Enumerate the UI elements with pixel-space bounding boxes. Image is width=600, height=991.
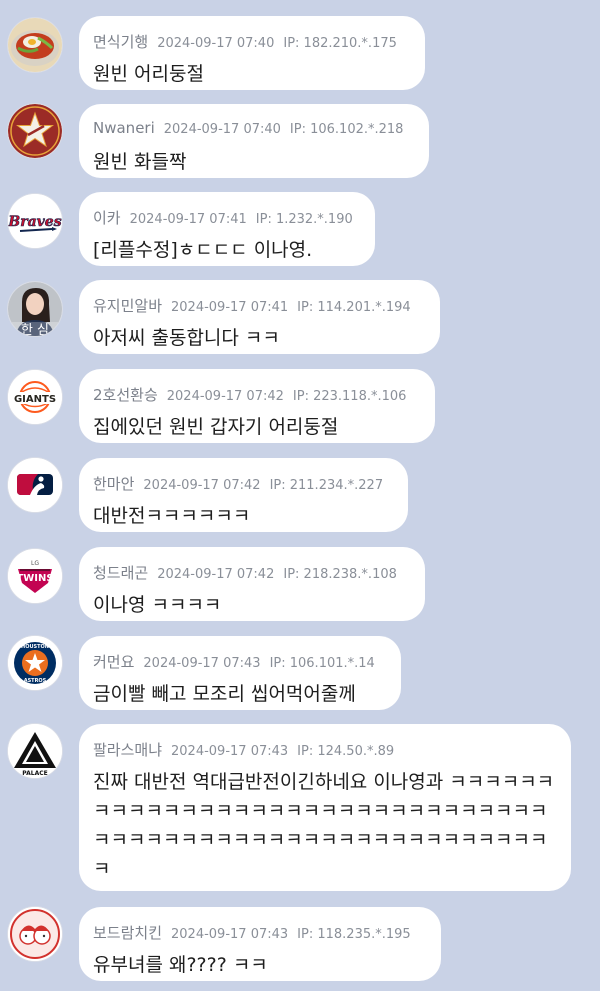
- comment-bubble: 청드래곤 2024-09-17 07:42 IP: 218.238.*.108 이나…: [79, 547, 425, 621]
- comment-meta: 이카 2024-09-17 07:41 IP: 1.232.*.190: [93, 207, 353, 228]
- palace-label: PALACE: [22, 770, 47, 777]
- comment-author[interactable]: 면식기행: [93, 33, 148, 51]
- comment-date: 2024-09-17 07:42: [166, 389, 284, 404]
- giants-logo-icon[interactable]: GIANTS: [8, 370, 62, 424]
- comment-ip: IP: 182.210.*.175: [283, 36, 397, 51]
- comment-bubble: 면식기행 2024-09-17 07:40 IP: 182.210.*.175 원빈…: [79, 16, 425, 90]
- comment-date: 2024-09-17 07:42: [157, 567, 275, 582]
- person-caption: 한 심: [21, 323, 49, 336]
- houston-label: HOUSTON: [21, 644, 49, 650]
- comment-ip: IP: 223.118.*.106: [292, 389, 407, 404]
- comment-text: 이나영 ㅋㅋㅋㅋ: [93, 594, 222, 616]
- comment-meta: 한마안 2024-09-17 07:42 IP: 211.234.*.227: [93, 473, 383, 494]
- comment-bubble: Nwaneri 2024-09-17 07:40 IP: 106.102.*.218…: [79, 104, 429, 178]
- comment-text: 유부녀를 왜???? ㅋㅋ: [93, 954, 268, 976]
- giants-wordmark: GIANTS: [14, 394, 56, 405]
- comment-date: 2024-09-17 07:41: [171, 300, 289, 315]
- comment-text: 진짜 대반전 역대급반전이긴하네요 이나영과 ㅋㅋㅋㅋㅋㅋㅋㅋㅋㅋㅋㅋㅋㅋㅋㅋㅋ…: [93, 771, 555, 880]
- comment-bubble: 팔라스매냐 2024-09-17 07:43 IP: 124.50.*.89 진짜 …: [79, 724, 571, 891]
- comment-meta: 유지민알바 2024-09-17 07:41 IP: 114.201.*.194: [93, 295, 411, 316]
- comment-meta: 2호선환승 2024-09-17 07:42 IP: 223.118.*.106: [93, 384, 406, 405]
- comment-author[interactable]: 2호선환승: [93, 386, 158, 404]
- person-photo-icon[interactable]: 한 심: [8, 282, 62, 336]
- comment-text: [리플수정]ㅎㄷㄷㄷ 이나영.: [93, 239, 313, 261]
- comment-meta: 팔라스매냐 2024-09-17 07:43 IP: 124.50.*.89: [93, 739, 394, 760]
- astros-label: ASTROS: [24, 678, 47, 684]
- comment-bubble: 커먼요 2024-09-17 07:43 IP: 106.101.*.14 금이빨 …: [79, 636, 401, 710]
- comment-date: 2024-09-17 07:40: [163, 122, 281, 137]
- comment-text: 집에있던 원빈 갑자기 어리둥절: [93, 416, 339, 438]
- comment-bubble: 유지민알바 2024-09-17 07:41 IP: 114.201.*.194 아…: [79, 280, 440, 354]
- comment-bubble: 보드람치킨 2024-09-17 07:43 IP: 118.235.*.195 유…: [79, 907, 441, 981]
- comment-ip: IP: 114.201.*.194: [297, 300, 411, 315]
- comment-text: 아저씨 출동합니다 ㅋㅋ: [93, 327, 280, 349]
- mlb-logo-icon[interactable]: [8, 458, 62, 512]
- comment-bubble: 2호선환승 2024-09-17 07:42 IP: 223.118.*.106 집…: [79, 369, 435, 443]
- palace-triangle-icon[interactable]: PALACE: [8, 724, 62, 778]
- comment-text: 원빈 어리둥절: [93, 63, 204, 85]
- comment-author[interactable]: 보드람치킨: [93, 924, 162, 942]
- comment-text: 대반전ㅋㅋㅋㅋㅋㅋ: [93, 505, 251, 527]
- comment-date: 2024-09-17 07:41: [129, 212, 247, 227]
- comment-date: 2024-09-17 07:42: [143, 478, 261, 493]
- comment-ip: IP: 106.102.*.218: [289, 122, 404, 137]
- comment-bubble: 한마안 2024-09-17 07:42 IP: 211.234.*.227 대반전…: [79, 458, 408, 532]
- comment-date: 2024-09-17 07:43: [143, 656, 261, 671]
- braves-wordmark: Braves: [8, 214, 62, 230]
- comment-ip: IP: 124.50.*.89: [297, 744, 395, 759]
- comment-date: 2024-09-17 07:43: [171, 744, 289, 759]
- comment-author[interactable]: 한마안: [93, 475, 134, 493]
- chicken-logo-icon[interactable]: [8, 907, 62, 961]
- twins-small-label: LG: [31, 560, 39, 567]
- comment-author[interactable]: 커먼요: [93, 653, 134, 671]
- comment-ip: IP: 211.234.*.227: [269, 478, 384, 493]
- braves-logo-icon[interactable]: Braves: [8, 194, 62, 248]
- comment-meta: Nwaneri 2024-09-17 07:40 IP: 106.102.*.218: [93, 119, 403, 137]
- comment-ip: IP: 118.235.*.195: [297, 927, 411, 942]
- comment-text: 원빈 화들짝: [93, 151, 187, 173]
- comment-date: 2024-09-17 07:40: [157, 36, 275, 51]
- noodle-bowl-icon[interactable]: [8, 18, 62, 72]
- twins-logo-icon[interactable]: LG TWINS: [8, 549, 62, 603]
- comment-date: 2024-09-17 07:43: [171, 927, 289, 942]
- comment-author[interactable]: 이카: [93, 209, 121, 227]
- comment-meta: 보드람치킨 2024-09-17 07:43 IP: 118.235.*.195: [93, 922, 411, 943]
- twins-wordmark: TWINS: [16, 573, 53, 584]
- comment-meta: 커먼요 2024-09-17 07:43 IP: 106.101.*.14: [93, 651, 375, 672]
- comment-text: 금이빨 빼고 모조리 씹어먹어줄께: [93, 683, 356, 705]
- comment-ip: IP: 1.232.*.190: [255, 212, 353, 227]
- comment-author[interactable]: 팔라스매냐: [93, 741, 162, 759]
- comment-meta: 청드래곤 2024-09-17 07:42 IP: 218.238.*.108: [93, 562, 397, 583]
- comment-meta: 면식기행 2024-09-17 07:40 IP: 182.210.*.175: [93, 31, 397, 52]
- comment-author[interactable]: Nwaneri: [93, 119, 155, 137]
- astros-star-icon[interactable]: [8, 104, 62, 158]
- comment-bubble: 이카 2024-09-17 07:41 IP: 1.232.*.190 [리플수정]…: [79, 192, 375, 266]
- comment-ip: IP: 106.101.*.14: [269, 656, 375, 671]
- comment-author[interactable]: 청드래곤: [93, 564, 148, 582]
- houston-astros-logo-icon[interactable]: HOUSTON ASTROS: [8, 636, 62, 690]
- comment-ip: IP: 218.238.*.108: [283, 567, 397, 582]
- comment-author[interactable]: 유지민알바: [93, 297, 162, 315]
